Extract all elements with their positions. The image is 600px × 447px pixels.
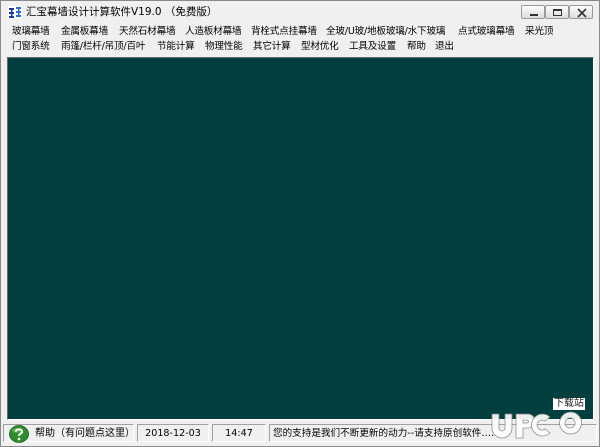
window-title: 汇宝幕墙设计计算软件V19.0 （免费版） (26, 6, 218, 18)
menu-back-bolt-curtain-wall[interactable]: 背栓式点挂幕墙 (251, 24, 317, 39)
menu-row-2: 门窗系统 雨篷/栏杆/吊顶/百叶 节能计算 物理性能 其它计算 型材优化 工具及… (1, 39, 599, 54)
menu-bar: 玻璃幕墙 金属板幕墙 天然石材幕墙 人造板材幕墙 背栓式点挂幕墙 全玻/U玻/地… (1, 23, 599, 55)
question-mark-icon[interactable] (9, 425, 29, 443)
menu-other-calc[interactable]: 其它计算 (253, 39, 291, 54)
app-logo-icon (8, 6, 22, 19)
menu-row-1: 玻璃幕墙 金属板幕墙 天然石材幕墙 人造板材幕墙 背栓式点挂幕墙 全玻/U玻/地… (1, 24, 599, 39)
main-window: 汇宝幕墙设计计算软件V19.0 （免费版） 玻璃幕墙 金属板幕墙 天然石材幕墙 … (0, 0, 600, 447)
maximize-icon (553, 9, 562, 16)
menu-natural-stone-curtain-wall[interactable]: 天然石材幕墙 (119, 24, 176, 39)
close-button[interactable] (569, 5, 593, 19)
status-date: 2018-12-03 (137, 424, 209, 442)
menu-profile-optimization[interactable]: 型材优化 (301, 39, 339, 54)
menu-canopy-railing[interactable]: 雨篷/栏杆/吊顶/百叶 (61, 39, 145, 54)
maximize-button[interactable] (545, 5, 569, 19)
menu-point-glass-curtain-wall[interactable]: 点式玻璃幕墙 (458, 24, 515, 39)
menu-glass-curtain-wall[interactable]: 玻璃幕墙 (12, 24, 50, 39)
menu-energy-calc[interactable]: 节能计算 (157, 39, 195, 54)
help-label[interactable]: 帮助（有问题点这里） (35, 426, 135, 442)
menu-help[interactable]: 帮助 (407, 39, 426, 54)
minimize-button[interactable] (521, 5, 545, 19)
watermark-text: 下载站 (553, 398, 585, 410)
status-time: 14:47 (212, 424, 266, 442)
main-canvas[interactable] (7, 57, 594, 420)
watermark: 下载站 (478, 398, 593, 442)
menu-full-glass[interactable]: 全玻/U玻/地板玻璃/水下玻璃 (326, 24, 445, 39)
menu-skylight[interactable]: 采光顶 (525, 24, 553, 39)
menu-tools-settings[interactable]: 工具及设置 (349, 39, 396, 54)
title-bar[interactable]: 汇宝幕墙设计计算软件V19.0 （免费版） (1, 1, 599, 23)
minimize-icon (530, 14, 538, 16)
menu-metal-panel-curtain-wall[interactable]: 金属板幕墙 (61, 24, 108, 39)
menu-physical-performance[interactable]: 物理性能 (205, 39, 243, 54)
menu-door-window-system[interactable]: 门窗系统 (12, 39, 50, 54)
menu-artificial-panel-curtain-wall[interactable]: 人造板材幕墙 (185, 24, 242, 39)
menu-exit[interactable]: 退出 (435, 39, 454, 54)
close-icon (577, 8, 587, 18)
